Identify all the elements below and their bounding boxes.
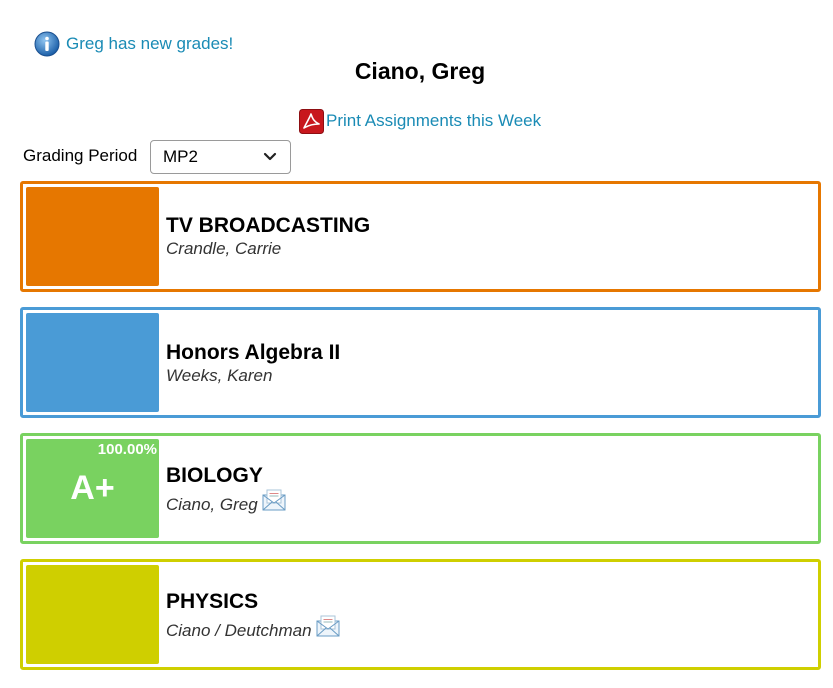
student-name: Ciano, Greg [354,58,486,84]
course-card[interactable]: PHYSICS Ciano / Deutchman [20,559,821,670]
mail-icon[interactable] [262,489,286,511]
course-teacher: Ciano / Deutchman [166,615,340,642]
chevron-down-icon [263,152,277,161]
teacher-name: Ciano / Deutchman [166,621,312,640]
course-percent: 100.00% [97,441,157,458]
pdf-icon [299,108,324,134]
course-name: Honors Algebra II [166,341,341,364]
course-name: TV BROADCASTING [166,214,371,237]
course-info: PHYSICS Ciano / Deutchman [166,590,340,642]
course-grade: A+ [70,469,115,507]
teacher-name: Weeks, Karen [166,366,273,385]
course-color-block: 100.00% A+ [26,439,159,538]
course-card[interactable]: 100.00% A+ BIOLOGY Ciano, Greg [20,433,821,544]
course-info: Honors Algebra II Weeks, Karen [166,341,340,387]
course-teacher: Crandle, Carrie [166,238,370,260]
course-info: BIOLOGY Ciano, Greg [166,464,286,516]
grading-period-select[interactable]: MP2 [150,140,291,174]
course-name: PHYSICS [166,590,259,613]
print-assignments-link[interactable]: Print Assignments this Week [299,108,541,134]
grading-period-label: Grading Period [23,146,138,165]
course-teacher: Weeks, Karen [166,365,340,387]
new-grades-notice[interactable]: Greg has new grades! [34,31,233,57]
teacher-name: Ciano, Greg [166,495,258,514]
course-name: BIOLOGY [166,464,263,487]
course-color-block [26,187,159,286]
print-assignments-label: Print Assignments this Week [326,111,542,130]
course-card[interactable]: TV BROADCASTING Crandle, Carrie [20,181,821,292]
teacher-name: Crandle, Carrie [166,239,282,258]
course-info: TV BROADCASTING Crandle, Carrie [166,214,370,260]
course-teacher: Ciano, Greg [166,489,286,516]
notice-text: Greg has new grades! [66,34,234,53]
course-color-block [26,313,159,412]
mail-icon[interactable] [316,615,340,637]
course-color-block [26,565,159,664]
grading-period-value: MP2 [163,147,198,166]
info-icon [34,31,60,57]
course-card[interactable]: Honors Algebra II Weeks, Karen [20,307,821,418]
